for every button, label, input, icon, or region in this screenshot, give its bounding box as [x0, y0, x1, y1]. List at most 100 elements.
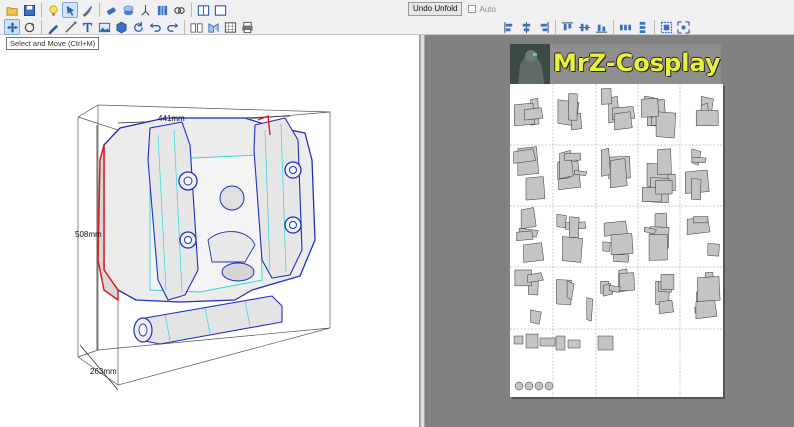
pattern-piece: [655, 180, 673, 195]
pattern-piece: [524, 381, 534, 391]
pattern-pieces: [513, 88, 721, 391]
eraser-icon: [106, 6, 116, 15]
pattern-piece: [707, 243, 720, 257]
undo-button[interactable]: [147, 19, 163, 35]
group-button[interactable]: [658, 19, 674, 35]
text-button[interactable]: [79, 19, 95, 35]
pen-line-button[interactable]: [45, 19, 61, 35]
undo-arrow-icon: [149, 22, 161, 32]
pattern-piece: [693, 216, 709, 224]
align-middle-button[interactable]: [576, 19, 592, 35]
paint-icon: [82, 5, 92, 17]
pattern-piece: [691, 178, 702, 201]
save-icon: [23, 4, 35, 16]
pattern-piece: [641, 98, 659, 118]
joint-icon: [123, 5, 133, 15]
align-right-icon: [540, 21, 549, 33]
pattern-piece: [555, 335, 566, 351]
print-button[interactable]: [239, 19, 255, 35]
toolbar-separator: [41, 3, 42, 17]
open-button[interactable]: [4, 2, 20, 18]
undo-unfold-button[interactable]: Undo Unfold: [408, 2, 463, 16]
joint-button[interactable]: [120, 2, 136, 18]
align-top-button[interactable]: [559, 19, 575, 35]
pattern-piece: [566, 280, 575, 301]
3d-view-pane[interactable]: 441mm 508mm 263mm: [0, 35, 420, 427]
edit-line-button[interactable]: [62, 19, 78, 35]
text-icon: [82, 22, 92, 32]
window-split-button[interactable]: [212, 2, 228, 18]
edit-line-icon: [64, 20, 77, 33]
window-split-icon: [214, 4, 226, 16]
pattern-piece: [562, 236, 583, 263]
redo-arrow-icon: [166, 22, 178, 32]
auto-checkbox[interactable]: Auto: [468, 4, 496, 14]
toolbar: Undo Unfold Auto: [0, 0, 794, 35]
redo-button[interactable]: [164, 19, 180, 35]
pattern-piece: [597, 335, 614, 351]
grid-button[interactable]: [154, 2, 170, 18]
pattern-piece: [520, 207, 537, 230]
pattern-piece: [514, 381, 524, 391]
box-button[interactable]: [113, 19, 129, 35]
align-bottom-button[interactable]: [593, 19, 609, 35]
banner-title: MrZ-Cosplay: [553, 49, 721, 77]
checkbox-box[interactable]: [468, 5, 477, 13]
pattern-piece: [525, 176, 546, 201]
align-middle-icon: [578, 23, 590, 31]
fit-button[interactable]: [675, 19, 691, 35]
pattern-piece: [655, 111, 677, 139]
align-bottom-icon: [595, 24, 607, 33]
toolbar-row-2: [4, 19, 256, 35]
pattern-piece: [648, 234, 668, 261]
align-left-icon: [503, 21, 512, 33]
paint-button[interactable]: [79, 2, 95, 18]
distribute-v-icon: [639, 21, 645, 33]
pattern-piece: [614, 111, 633, 131]
pattern-piece: [556, 213, 567, 229]
table-icon: [224, 21, 236, 33]
distribute-v-button[interactable]: [634, 19, 650, 35]
pin-icon: [140, 4, 150, 15]
light-button[interactable]: [45, 2, 61, 18]
toolbar-separator: [555, 20, 556, 34]
image-button[interactable]: [96, 19, 112, 35]
save-button[interactable]: [21, 2, 37, 18]
eraser-button[interactable]: [103, 2, 119, 18]
align-center-button[interactable]: [518, 19, 534, 35]
align-right-button[interactable]: [535, 19, 551, 35]
select-move-button[interactable]: [62, 2, 78, 18]
toolbar-separator: [613, 20, 614, 34]
dimension-depth-label: 263mm: [90, 367, 117, 376]
fit-icon: [676, 20, 690, 34]
pattern-piece: [564, 152, 581, 161]
link-button[interactable]: [171, 2, 187, 18]
toolbar-separator: [654, 20, 655, 34]
sheet-banner: MrZ-Cosplay: [510, 44, 721, 84]
window-single-button[interactable]: [195, 2, 211, 18]
distribute-h-button[interactable]: [617, 19, 633, 35]
pin-button[interactable]: [137, 2, 153, 18]
pattern-piece: [513, 335, 524, 345]
pattern-sheet[interactable]: [510, 84, 723, 397]
unfold-button[interactable]: [205, 19, 221, 35]
pattern-piece: [568, 93, 578, 121]
rotate-view-button[interactable]: [21, 19, 37, 35]
table-button[interactable]: [222, 19, 238, 35]
align-left-button[interactable]: [501, 19, 517, 35]
pattern-piece: [691, 156, 707, 164]
auto-label: Auto: [479, 4, 496, 14]
3d-model-canvas[interactable]: [0, 35, 420, 427]
book-button[interactable]: [188, 19, 204, 35]
pattern-piece: [569, 216, 580, 239]
rotate-view-icon: [24, 22, 34, 32]
pattern-piece: [610, 158, 628, 189]
pattern-sheet-canvas[interactable]: [510, 84, 723, 397]
pattern-piece: [619, 272, 635, 292]
pattern-piece: [567, 339, 581, 349]
image-icon: [98, 22, 110, 32]
group-icon: [660, 21, 672, 33]
open-folder-icon: [6, 6, 18, 16]
refresh-button[interactable]: [130, 19, 146, 35]
select-move-arrow-button[interactable]: [4, 19, 20, 35]
